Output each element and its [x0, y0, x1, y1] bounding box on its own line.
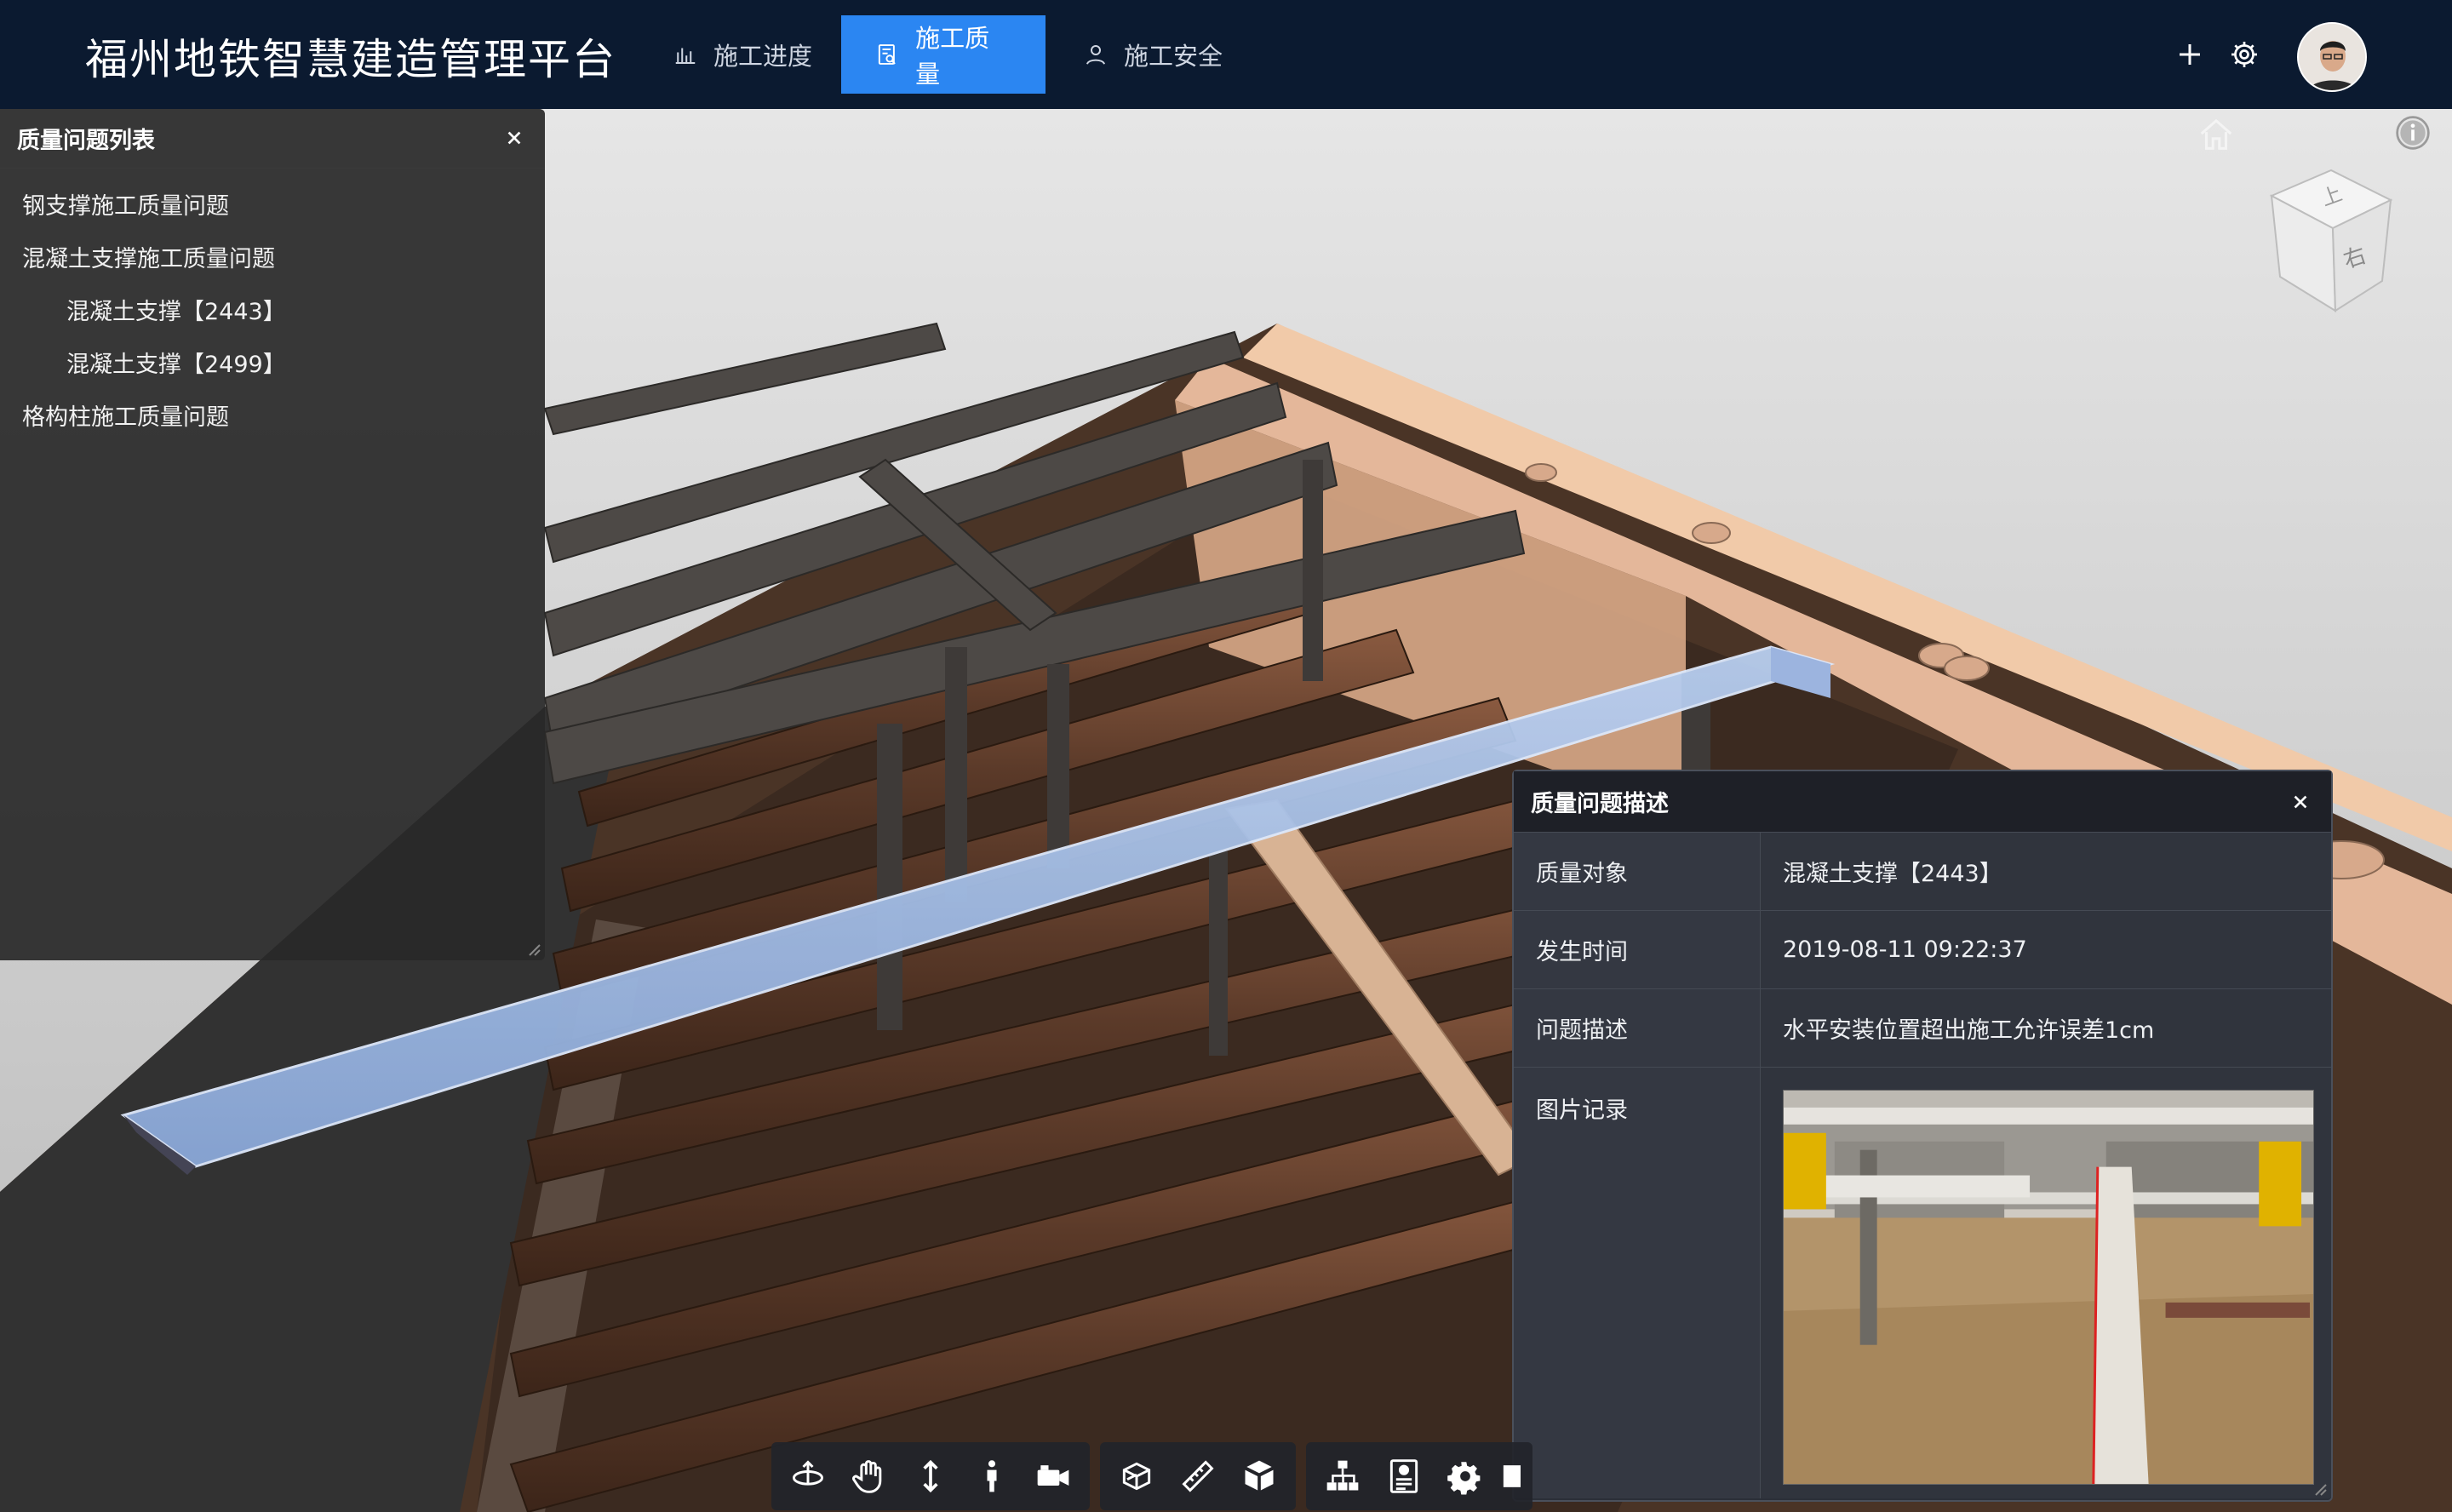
pan-hand-icon [852, 1460, 882, 1493]
zoom-button[interactable] [902, 1448, 959, 1504]
resize-handle-icon[interactable] [524, 940, 541, 957]
row-key: 发生时间 [1514, 911, 1761, 988]
row-value: 水平安装位置超出施工允许误差1cm [1761, 989, 2331, 1067]
measure-ruler-icon [1182, 1460, 1214, 1492]
info-icon[interactable] [2394, 114, 2432, 152]
dialog-header: 质量问题描述 [1514, 771, 2331, 833]
row-key: 质量对象 [1514, 833, 1761, 910]
tree-item-concrete-2443[interactable]: 混凝土支撑【2443】 [0, 283, 545, 335]
tree-item-steel-support[interactable]: 钢支撑施工质量问题 [0, 177, 545, 230]
avatar[interactable] [2297, 22, 2367, 92]
site-photo[interactable] [1783, 1090, 2314, 1485]
measure-button[interactable] [1170, 1448, 1226, 1504]
walk-button[interactable] [964, 1448, 1020, 1504]
orbit-button[interactable] [780, 1448, 836, 1504]
row-value [1761, 1068, 2331, 1498]
close-icon [2294, 795, 2307, 809]
app-title: 福州地铁智慧建造管理平台 [85, 35, 616, 84]
fullscreen-icon [1503, 1465, 1521, 1487]
close-list-button[interactable] [501, 124, 528, 152]
panel-header: 质量问题列表 [0, 109, 545, 169]
toolbar-navigation-group [771, 1442, 1090, 1510]
top-navigation-bar: 福州地铁智慧建造管理平台 施工进度 施工质量 施工安全 [0, 0, 2452, 109]
tab-label: 施工进度 [713, 42, 813, 71]
fullscreen-button[interactable] [1498, 1448, 1524, 1504]
home-icon[interactable] [2197, 116, 2236, 155]
walk-person-icon [987, 1460, 997, 1492]
pan-button[interactable] [841, 1448, 897, 1504]
view-cube[interactable]: 上 右 [2254, 162, 2399, 324]
settings-button-toolbar[interactable] [1437, 1448, 1493, 1504]
tab-label: 施工质量 [915, 24, 990, 89]
settings-gear-icon [1447, 1462, 1481, 1495]
viewer-toolbar [771, 1442, 1532, 1510]
panel-title: 质量问题列表 [17, 128, 155, 154]
quality-issue-description-dialog: 质量问题描述 质量对象 混凝土支撑【2443】 发生时间 2019-08-11 … [1512, 770, 2333, 1502]
bar-chart-icon [675, 48, 696, 64]
user-avatar-icon [2299, 24, 2365, 90]
explode-cube-icon [1245, 1460, 1274, 1491]
tab-label: 施工安全 [1124, 42, 1223, 71]
toolbar-tools-group [1100, 1442, 1296, 1510]
row-occurrence-time: 发生时间 2019-08-11 09:22:37 [1514, 911, 2331, 989]
tab-construction-progress[interactable]: 施工进度 [639, 15, 846, 94]
camera-button[interactable] [1025, 1448, 1081, 1504]
tab-construction-quality[interactable]: 施工质量 [841, 15, 1046, 94]
model-tree-button[interactable] [1315, 1448, 1371, 1504]
zoom-updown-icon [923, 1459, 938, 1493]
tree-item-concrete-support[interactable]: 混凝土支撑施工质量问题 [0, 230, 545, 283]
issue-tree: 钢支撑施工质量问题 混凝土支撑施工质量问题 混凝土支撑【2443】 混凝土支撑【… [0, 169, 545, 441]
row-value: 混凝土支撑【2443】 [1761, 833, 2331, 910]
quality-issue-list-panel: 质量问题列表 钢支撑施工质量问题 混凝土支撑施工质量问题 混凝土支撑【2443】… [0, 109, 545, 960]
gear-icon [2231, 42, 2257, 67]
tree-item-concrete-2499[interactable]: 混凝土支撑【2499】 [0, 335, 545, 388]
orbit-icon [793, 1460, 823, 1486]
settings-button[interactable] [2227, 37, 2261, 72]
close-icon [507, 131, 521, 145]
tree-item-lattice-column[interactable]: 格构柱施工质量问题 [0, 388, 545, 441]
dialog-title: 质量问题描述 [1531, 791, 1669, 817]
section-box-icon [1122, 1462, 1151, 1491]
add-button[interactable] [2173, 37, 2207, 72]
resize-handle-icon[interactable] [2311, 1480, 2328, 1497]
row-value: 2019-08-11 09:22:37 [1761, 911, 2331, 988]
row-key: 问题描述 [1514, 989, 1761, 1067]
construction-site-photo [1784, 1091, 2313, 1485]
model-tree-icon [1326, 1460, 1359, 1491]
row-issue-description: 问题描述 水平安装位置超出施工允许误差1cm [1514, 989, 2331, 1068]
explode-button[interactable] [1231, 1448, 1287, 1504]
user-icon [1086, 45, 1105, 65]
tab-construction-safety[interactable]: 施工安全 [1049, 15, 1257, 94]
plus-icon [2180, 44, 2200, 65]
camera-icon [1037, 1465, 1069, 1486]
close-dialog-button[interactable] [2287, 788, 2314, 816]
section-box-button[interactable] [1109, 1448, 1165, 1504]
view-cube-icon: 上 右 [2269, 169, 2393, 312]
row-quality-object: 质量对象 混凝土支撑【2443】 [1514, 833, 2331, 911]
row-key: 图片记录 [1514, 1068, 1761, 1498]
toolbar-settings-group [1306, 1442, 1532, 1510]
row-photo-record: 图片记录 [1514, 1068, 2331, 1498]
properties-button[interactable] [1376, 1448, 1432, 1504]
properties-icon [1389, 1459, 1418, 1493]
quality-search-icon [878, 44, 896, 65]
